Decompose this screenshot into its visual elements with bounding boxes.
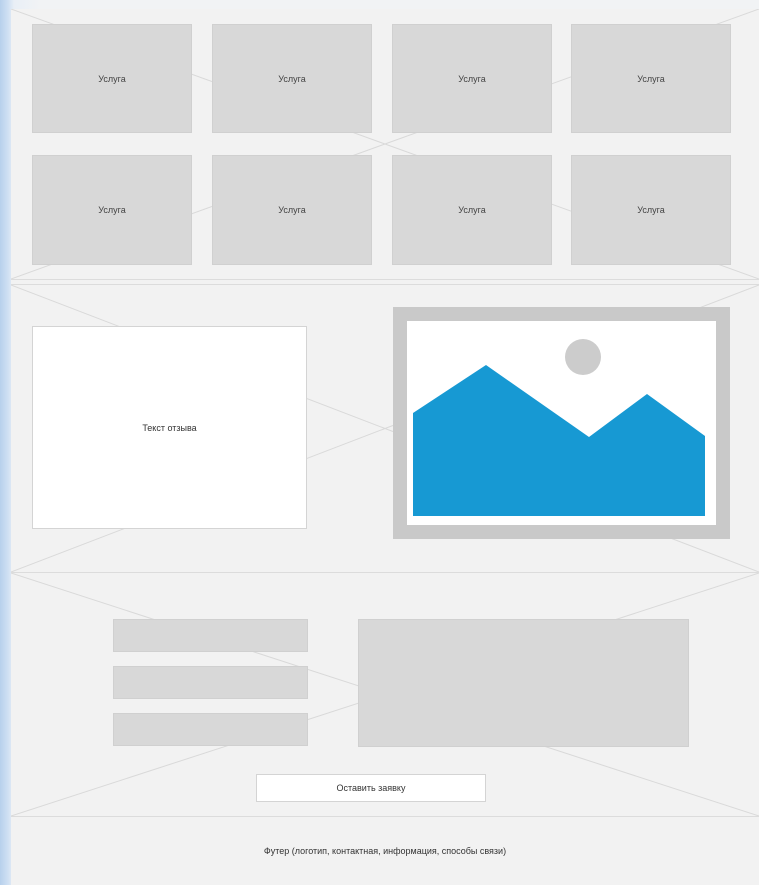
form-field-3[interactable]: [113, 713, 308, 746]
image-placeholder-frame: [393, 307, 730, 539]
footer-text: Футер (логотип, контактная, информация, …: [263, 846, 507, 856]
form-field-2[interactable]: [113, 666, 308, 699]
services-section: Услуга Услуга Услуга Услуга Услуга Услуг…: [11, 9, 759, 280]
service-tile-1[interactable]: Услуга: [32, 24, 192, 133]
service-tile-3[interactable]: Услуга: [392, 24, 552, 133]
service-tile-7[interactable]: Услуга: [392, 155, 552, 265]
form-section: Оставить заявку: [11, 573, 759, 817]
service-tile-2[interactable]: Услуга: [212, 24, 372, 133]
service-tile-4[interactable]: Услуга: [571, 24, 731, 133]
service-tile-5[interactable]: Услуга: [32, 155, 192, 265]
service-tile-8[interactable]: Услуга: [571, 155, 731, 265]
service-tile-6[interactable]: Услуга: [212, 155, 372, 265]
review-text: Текст отзыва: [142, 422, 197, 433]
review-text-box: Текст отзыва: [32, 326, 307, 529]
form-field-1[interactable]: [113, 619, 308, 652]
submit-request-button[interactable]: Оставить заявку: [256, 774, 486, 802]
review-section: Текст отзыва: [11, 284, 759, 573]
image-placeholder-icon: [407, 321, 716, 525]
wireframe-page: Услуга Услуга Услуга Услуга Услуга Услуг…: [11, 9, 759, 885]
form-message-area[interactable]: [358, 619, 689, 747]
footer-section: Футер (логотип, контактная, информация, …: [11, 817, 759, 885]
